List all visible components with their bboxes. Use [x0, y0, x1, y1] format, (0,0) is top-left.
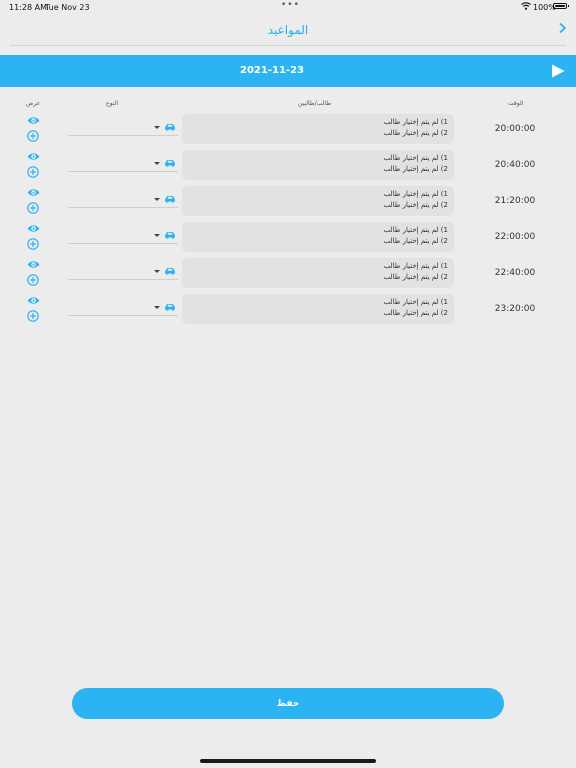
selected-date: 2021-11-23	[240, 65, 304, 76]
appointment-row: 1) لم يتم إختيار طالب 2) لم يتم إختيار طا…	[0, 150, 576, 186]
student-slot-1: 1) لم يتم إختيار طالب	[383, 226, 448, 234]
type-dropdown[interactable]	[68, 119, 178, 136]
chevron-down-icon	[154, 198, 160, 201]
plus-circle-icon[interactable]	[27, 310, 39, 322]
student-selector[interactable]: 1) لم يتم إختيار طالب 2) لم يتم إختيار طا…	[182, 258, 454, 288]
car-icon	[165, 304, 175, 311]
status-bar: 11:28 AM Tue Nov 23 ••• 100%	[0, 0, 576, 14]
student-slot-2: 2) لم يتم إختيار طالب	[383, 129, 448, 137]
car-icon	[165, 160, 175, 167]
page-title: المواعيد	[267, 23, 309, 37]
plus-circle-icon[interactable]	[27, 274, 39, 286]
appointment-time: 22:40:00	[494, 268, 536, 278]
student-slot-2: 2) لم يتم إختيار طالب	[383, 201, 448, 209]
eye-icon[interactable]	[27, 296, 40, 305]
header-divider	[10, 45, 566, 46]
eye-icon[interactable]	[27, 152, 40, 161]
car-icon	[165, 232, 175, 239]
play-icon[interactable]	[551, 64, 565, 78]
appointment-time: 23:20:00	[494, 304, 536, 314]
wifi-icon	[521, 2, 531, 10]
appointment-time: 20:40:00	[494, 160, 536, 170]
appointment-row: 1) لم يتم إختيار طالب 2) لم يتم إختيار طا…	[0, 114, 576, 150]
type-dropdown[interactable]	[68, 263, 178, 280]
student-selector[interactable]: 1) لم يتم إختيار طالب 2) لم يتم إختيار طا…	[182, 150, 454, 180]
type-dropdown[interactable]	[68, 155, 178, 172]
student-slot-1: 1) لم يتم إختيار طالب	[383, 154, 448, 162]
save-button[interactable]: حفظ	[72, 688, 504, 719]
car-icon	[165, 124, 175, 131]
student-slot-2: 2) لم يتم إختيار طالب	[383, 165, 448, 173]
student-selector[interactable]: 1) لم يتم إختيار طالب 2) لم يتم إختيار طا…	[182, 114, 454, 144]
status-date: Tue Nov 23	[45, 3, 90, 12]
type-dropdown[interactable]	[68, 227, 178, 244]
battery-icon	[553, 3, 569, 9]
chevron-down-icon	[154, 162, 160, 165]
plus-circle-icon[interactable]	[27, 202, 39, 214]
student-slot-1: 1) لم يتم إختيار طالب	[383, 262, 448, 270]
student-slot-1: 1) لم يتم إختيار طالب	[383, 190, 448, 198]
column-header-students: طالب/طالبين	[298, 100, 331, 107]
student-slot-2: 2) لم يتم إختيار طالب	[383, 309, 448, 317]
eye-icon[interactable]	[27, 260, 40, 269]
status-time: 11:28 AM	[9, 3, 47, 12]
car-icon	[165, 268, 175, 275]
navigation-bar: المواعيد	[0, 14, 576, 46]
home-indicator	[200, 759, 376, 763]
car-icon	[165, 196, 175, 203]
plus-circle-icon[interactable]	[27, 166, 39, 178]
appointment-row: 1) لم يتم إختيار طالب 2) لم يتم إختيار طا…	[0, 222, 576, 258]
type-dropdown[interactable]	[68, 191, 178, 208]
chevron-right-icon[interactable]	[559, 23, 567, 33]
chevron-down-icon	[154, 234, 160, 237]
column-header-type: النوع	[106, 100, 118, 107]
column-header-view: عرض	[26, 100, 41, 107]
student-slot-1: 1) لم يتم إختيار طالب	[383, 118, 448, 126]
student-slot-2: 2) لم يتم إختيار طالب	[383, 237, 448, 245]
appointment-row: 1) لم يتم إختيار طالب 2) لم يتم إختيار طا…	[0, 294, 576, 330]
chevron-down-icon	[154, 270, 160, 273]
student-slot-2: 2) لم يتم إختيار طالب	[383, 273, 448, 281]
student-selector[interactable]: 1) لم يتم إختيار طالب 2) لم يتم إختيار طا…	[182, 294, 454, 324]
student-selector[interactable]: 1) لم يتم إختيار طالب 2) لم يتم إختيار طا…	[182, 222, 454, 252]
date-bar: 2021-11-23	[0, 55, 576, 87]
student-slot-1: 1) لم يتم إختيار طالب	[383, 298, 448, 306]
type-dropdown[interactable]	[68, 299, 178, 316]
appointment-time: 20:00:00	[494, 124, 536, 134]
plus-circle-icon[interactable]	[27, 130, 39, 142]
student-selector[interactable]: 1) لم يتم إختيار طالب 2) لم يتم إختيار طا…	[182, 186, 454, 216]
chevron-down-icon	[154, 306, 160, 309]
appointment-time: 22:00:00	[494, 232, 536, 242]
appointment-row: 1) لم يتم إختيار طالب 2) لم يتم إختيار طا…	[0, 186, 576, 222]
appointment-row: 1) لم يتم إختيار طالب 2) لم يتم إختيار طا…	[0, 258, 576, 294]
multitasking-dots-icon[interactable]: •••	[281, 0, 300, 10]
eye-icon[interactable]	[27, 116, 40, 125]
column-header-time: الوقت	[508, 100, 524, 107]
eye-icon[interactable]	[27, 224, 40, 233]
chevron-down-icon	[154, 126, 160, 129]
eye-icon[interactable]	[27, 188, 40, 197]
plus-circle-icon[interactable]	[27, 238, 39, 250]
appointment-time: 21:20:00	[494, 196, 536, 206]
